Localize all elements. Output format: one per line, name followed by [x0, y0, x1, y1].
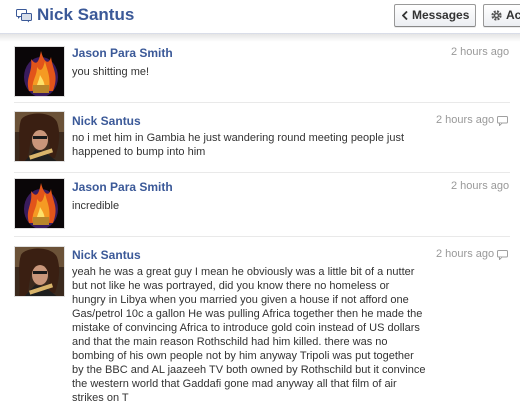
- message-timestamp: 2 hours ago: [451, 46, 510, 58]
- sender-name[interactable]: Jason Para Smith: [72, 180, 173, 194]
- messages-button-label: Messages: [412, 8, 470, 22]
- sender-name[interactable]: Nick Santus: [72, 114, 141, 128]
- guitarist-avatar-image: [15, 247, 64, 296]
- conversation-title[interactable]: Nick Santus: [37, 5, 134, 25]
- fire-avatar-image: [15, 47, 64, 96]
- message-timestamp: 2 hours ago: [436, 114, 495, 126]
- speech-bubble-icon[interactable]: [497, 116, 508, 126]
- message-item: Jason Para Smith 2 hours ago you shittin…: [0, 40, 520, 103]
- message-text: incredible: [72, 200, 120, 212]
- actions-button[interactable]: Ac: [483, 4, 520, 27]
- actions-button-label: Ac: [506, 8, 520, 22]
- fire-avatar-image: [15, 179, 64, 228]
- avatar[interactable]: [14, 46, 65, 97]
- speech-bubble-icon[interactable]: [497, 250, 508, 260]
- message-item: Nick Santus 2 hours ago yeah he was a gr…: [0, 237, 520, 404]
- back-to-messages-button[interactable]: Messages: [394, 4, 476, 27]
- message-text: you shitting me!: [72, 66, 150, 78]
- avatar[interactable]: [14, 111, 65, 162]
- message-timestamp: 2 hours ago: [436, 248, 495, 260]
- avatar[interactable]: [14, 246, 65, 297]
- guitarist-avatar-image: [15, 112, 64, 161]
- avatar[interactable]: [14, 178, 65, 229]
- sender-name[interactable]: Nick Santus: [72, 248, 141, 262]
- message-item: Jason Para Smith 2 hours ago incredible: [0, 173, 520, 237]
- message-item: Nick Santus 2 hours ago no i met him in …: [0, 103, 520, 173]
- message-text: yeah he was a great guy I mean he obviou…: [72, 266, 426, 404]
- chat-bubbles-icon: [16, 9, 32, 23]
- chevron-left-icon: [402, 11, 408, 20]
- gear-icon: [491, 10, 502, 21]
- conversation-header: Nick Santus Messages Ac: [0, 0, 520, 34]
- message-timestamp: 2 hours ago: [451, 180, 510, 192]
- message-text: no i met him in Gambia he just wandering…: [72, 132, 405, 158]
- sender-name[interactable]: Jason Para Smith: [72, 46, 173, 60]
